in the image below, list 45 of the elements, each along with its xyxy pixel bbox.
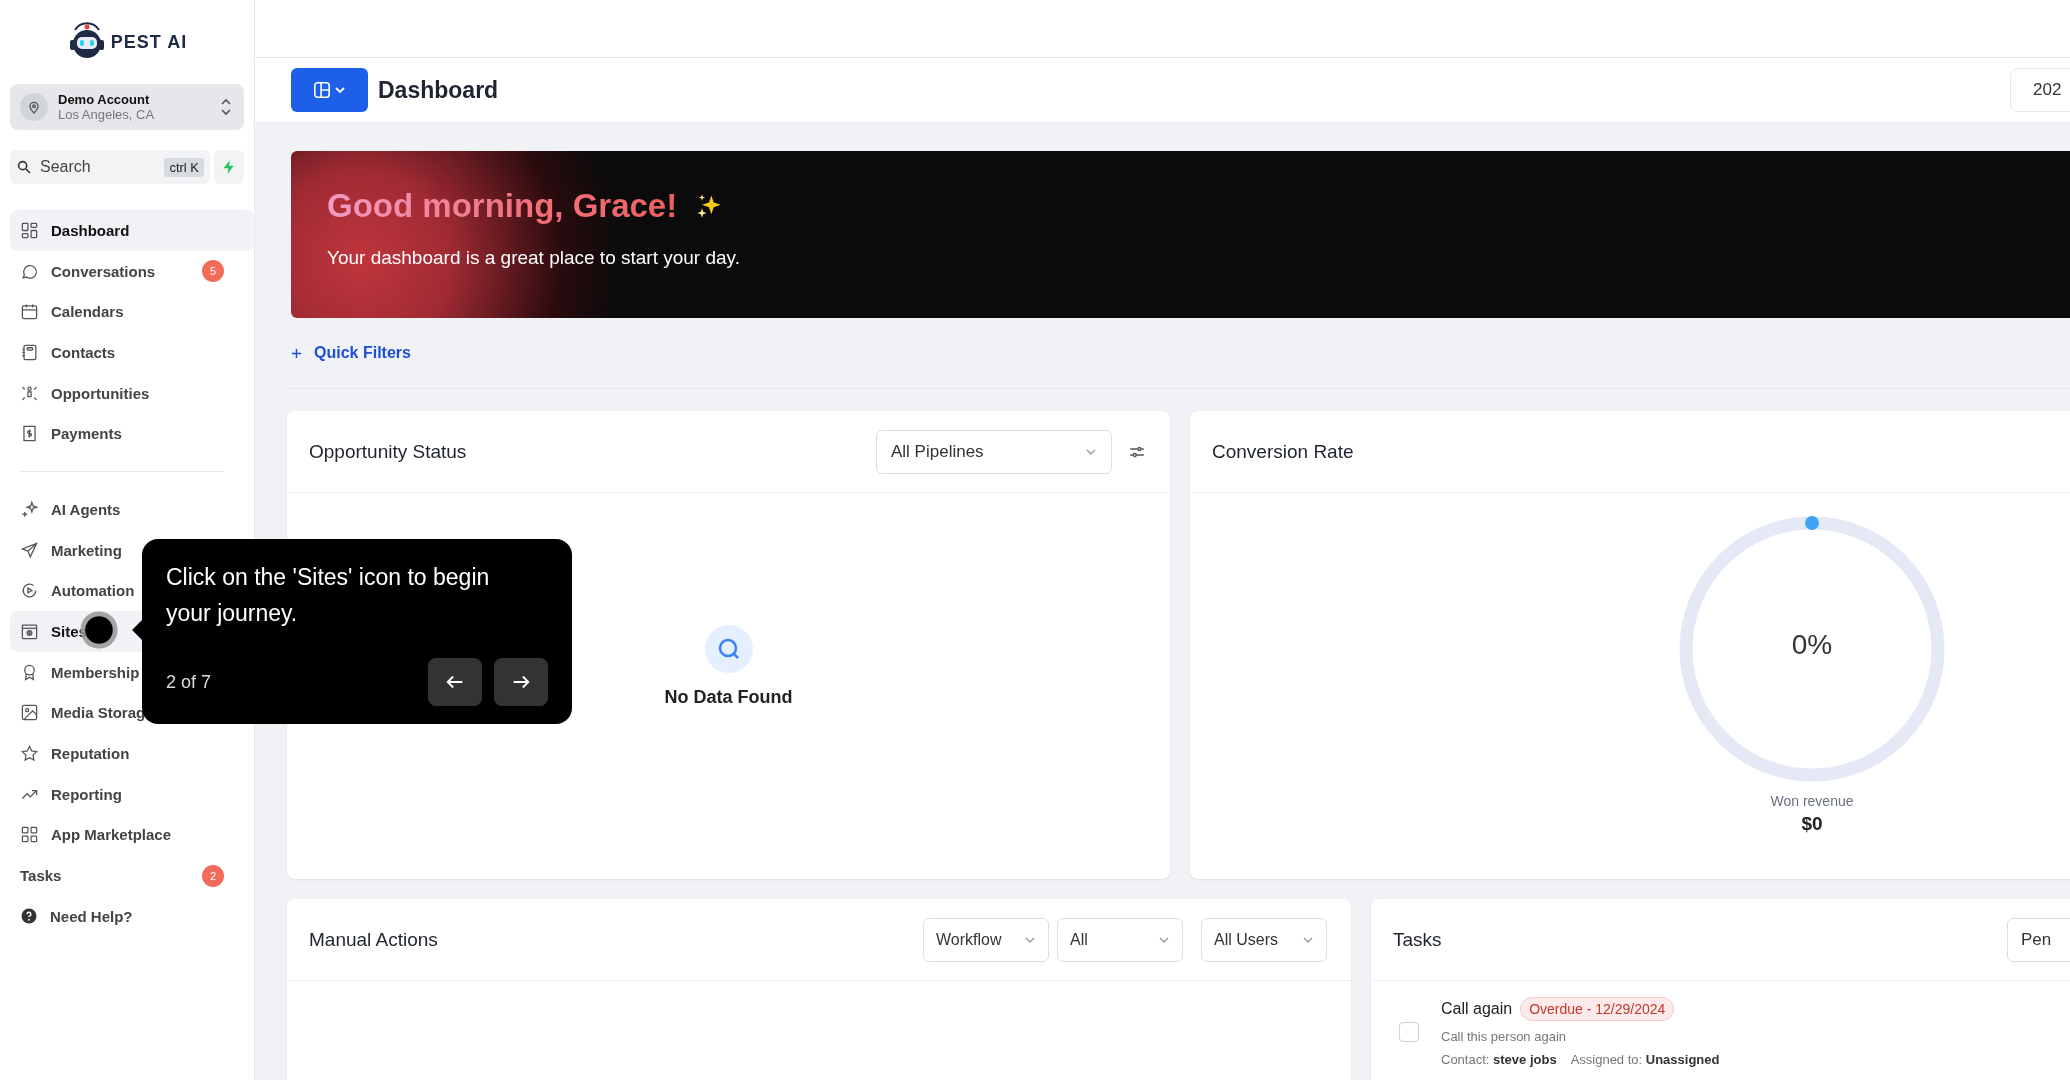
filter-dropdown[interactable]: All [1057,917,1183,962]
nav-item[interactable]: Media Storag [10,692,254,734]
pipeline-dropdown[interactable]: All Pipelines [876,429,1112,474]
task-contact: Contact: steve jobs [1441,1052,1557,1067]
tasks-link[interactable]: Tasks 2 [10,855,254,896]
nav-item[interactable]: Dashboard [10,210,254,251]
count-badge: 2 [202,864,224,887]
nav-item[interactable]: App Marketplace [10,814,254,856]
nav-item[interactable]: Calendars [10,291,254,333]
date-range-button[interactable]: 202 [2010,68,2070,112]
won-revenue-amount: $0 [1801,813,1823,835]
task-title: Call again [1441,1000,1513,1018]
filter-dropdown[interactable]: Workflow [923,917,1049,962]
help-link[interactable]: Need Help? [10,896,254,937]
nav-item[interactable]: AI Agents [10,489,254,530]
nav-item[interactable]: Reporting [10,773,254,815]
nav-item[interactable]: Conversations 5 [10,250,254,292]
account-location: Los Angeles, CA [58,107,156,122]
nav-item[interactable]: Reputation [10,733,254,774]
card-title: Opportunity Status [309,440,467,463]
empty-state-text: No Data Found [664,686,793,708]
account-switcher[interactable]: Demo Account Los Angeles, CA [10,84,244,130]
shortcut-hint: ctrl K [164,157,204,177]
search-bar[interactable]: Search ctrl K [10,150,210,184]
card-title: Conversion Rate [1212,440,1354,463]
status-dropdown[interactable]: Pen [2007,917,2070,962]
greeting-subtitle: Your dashboard is a great place to start your day. [327,247,741,269]
nav-item[interactable]: Contacts [10,332,254,373]
search-input[interactable]: Search [38,157,159,177]
page-title: Dashboard [378,76,499,104]
conversion-percent: 0% [1790,629,1834,661]
filter-dropdown[interactable]: All Users [1201,917,1327,962]
card-title: Tasks [1393,928,1442,951]
overdue-badge: Overdue - 12/29/2024 [1520,997,1675,1021]
task-description: Call this person again [1441,1029,1568,1044]
tour-step-counter: 2 of 7 [166,671,212,693]
count-badge: 5 [202,260,224,283]
account-name: Demo Account [58,92,151,107]
task-assignee: Assigned to: Unassigned [1570,1052,1720,1067]
won-revenue-label: Won revenue [1770,793,1854,809]
brand-name: PEST AI [110,31,188,53]
nav-item[interactable]: Payments [10,413,254,455]
card-title: Manual Actions [309,928,438,951]
nav-item[interactable]: Opportunities [10,372,254,414]
quick-filters-link[interactable]: Quick Filters [314,344,411,362]
